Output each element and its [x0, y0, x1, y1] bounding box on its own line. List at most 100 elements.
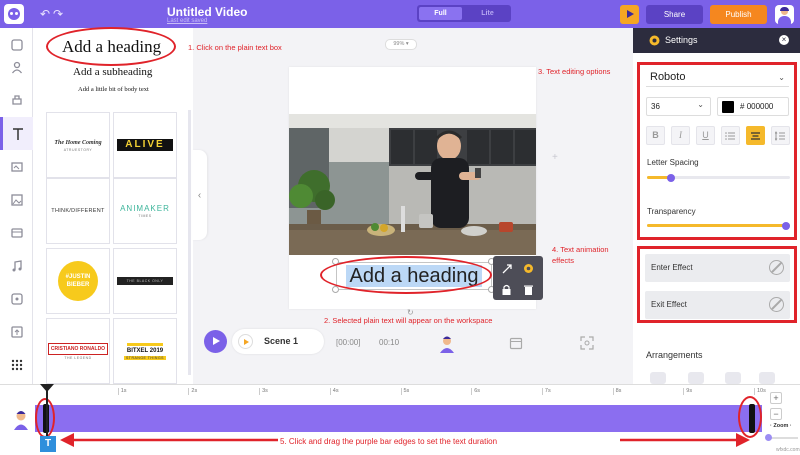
zoom-in-button[interactable]: + [770, 392, 782, 404]
ruler-tick-label: 3s [262, 388, 268, 394]
arrange-front-icon[interactable] [650, 372, 666, 384]
tool-rail [0, 28, 33, 384]
zoom-knob[interactable] [765, 434, 772, 441]
text-template-tile[interactable]: BITXEL 2019 STRANGE THINGS [113, 318, 177, 384]
publish-button[interactable]: Publish [710, 5, 767, 24]
user-avatar[interactable] [775, 5, 794, 24]
mode-lite-button[interactable]: Lite [466, 7, 509, 20]
rail-props-icon[interactable] [0, 83, 33, 116]
text-template-tile[interactable]: ALIVE [113, 112, 177, 178]
ruler-tick-label: 8s [615, 388, 622, 394]
mode-toggle[interactable]: Full Lite [417, 5, 511, 22]
annotation-step3: 3. Text editing options [538, 67, 611, 76]
ruler-tick-line [329, 388, 331, 395]
character-icon[interactable] [437, 334, 457, 354]
rail-more-icon[interactable] [0, 348, 33, 381]
scene-label: Scene 1 [264, 336, 299, 346]
ruler-tick-line [541, 388, 543, 395]
delete-icon[interactable] [523, 284, 534, 296]
add-subheading-text-option[interactable]: Add a subheading [73, 66, 152, 78]
annotation-box-text-options [637, 62, 797, 240]
zoom-out-button[interactable]: − [770, 408, 782, 420]
redo-icon[interactable]: ↷ [53, 7, 63, 21]
annotation-step1: 1. Click on the plain text box [188, 43, 282, 52]
arrange-backward-icon[interactable] [725, 372, 741, 384]
rail-video-icon[interactable] [0, 216, 33, 249]
add-body-text-option[interactable]: Add a little bit of body text [78, 86, 149, 93]
play-scene-button[interactable] [204, 330, 227, 353]
library-scrollbar[interactable] [188, 110, 191, 375]
resize-handle-bottom-left[interactable] [332, 286, 339, 293]
rail-images-icon[interactable] [0, 183, 33, 216]
text-template-tile[interactable]: THINK/DIFFERENT [46, 178, 110, 244]
rail-effects-icon[interactable] [0, 282, 33, 315]
rail-background-icon[interactable] [0, 150, 33, 183]
calendar-icon[interactable] [509, 336, 523, 350]
scene-selector[interactable]: Scene 1 [232, 329, 324, 354]
total-time: 00:10 [379, 338, 400, 347]
text-track-chip[interactable]: T [40, 436, 56, 452]
canvas-zoom-select[interactable]: 99% ▾ [385, 39, 417, 50]
character-track-icon[interactable] [12, 408, 30, 430]
settings-title: Settings [665, 35, 698, 45]
zoom-slider[interactable] [768, 437, 798, 439]
ruler-tick-label: 6s [474, 388, 480, 394]
lock-icon[interactable] [501, 284, 512, 296]
app-logo-icon[interactable] [4, 4, 24, 24]
scene-play-icon[interactable] [238, 334, 253, 349]
ruler-tick-line [259, 388, 261, 395]
rail-text-icon[interactable] [0, 117, 33, 150]
gear-icon[interactable] [522, 262, 535, 275]
preview-play-button[interactable] [620, 5, 639, 24]
ruler-tick-label: 1s [120, 388, 127, 394]
scene-background-image[interactable] [289, 114, 536, 255]
move-icon[interactable] [501, 263, 513, 275]
share-button[interactable]: Share [646, 5, 703, 24]
current-time: [00:00] [336, 338, 361, 347]
fullscreen-icon[interactable] [580, 336, 594, 350]
text-template-tile[interactable]: #JUSTIN BIEBER [46, 248, 110, 314]
annotation-ellipse-workspace [320, 256, 492, 294]
kitchen-photo-icon [289, 114, 536, 255]
chevron-left-icon: ‹ [197, 189, 202, 201]
add-scene-plus-icon[interactable]: + [552, 152, 558, 163]
ruler-tick-line [117, 388, 119, 395]
ruler-tick-label: 5s [403, 388, 410, 394]
rail-characters-icon[interactable] [0, 50, 33, 83]
playhead[interactable] [46, 384, 48, 438]
arrange-back-icon[interactable] [759, 372, 775, 384]
text-template-tile[interactable]: The Home Coming ATRUESTORY [46, 112, 110, 178]
rail-upload-icon[interactable] [0, 315, 33, 348]
annotation-step4: 4. Text animation effects [552, 245, 609, 265]
undo-icon[interactable]: ↶ [40, 7, 50, 21]
ruler-tick-line [683, 388, 685, 395]
zoom-label: · Zoom · [770, 423, 792, 429]
text-template-tile[interactable]: THE BLACK ONLY [113, 248, 177, 314]
annotation-step2: 2. Selected plain text will appear on th… [324, 316, 493, 325]
ruler-tick-label: 10s [757, 388, 766, 394]
ruler-tick-line [188, 388, 190, 395]
project-title[interactable]: Untitled Video [167, 5, 247, 19]
text-duration-bar[interactable] [35, 405, 762, 432]
annotation-box-animation [637, 246, 797, 323]
settings-gear-icon [649, 35, 660, 46]
text-template-tile[interactable]: CRISTIANO RONALDO THE LEGEND [46, 318, 110, 384]
rail-music-icon[interactable] [0, 249, 33, 282]
ruler-tick-label: 2s [191, 388, 198, 394]
collapse-panel-handle[interactable]: ‹ [192, 150, 207, 240]
save-status: Last edit saved [167, 18, 208, 24]
text-template-tile[interactable]: ANIMAKER TIMES [113, 178, 177, 244]
ruler-tick-line [471, 388, 473, 395]
ruler-tick-label: 7s [544, 388, 551, 394]
annotation-step5: 5. Click and drag the purple bar edges t… [280, 437, 498, 446]
annotation-ellipse-bar-start [35, 398, 55, 438]
close-icon[interactable]: × [779, 35, 789, 45]
arrange-forward-icon[interactable] [688, 372, 704, 384]
arrangements-title: Arrangements [646, 350, 703, 360]
ruler-tick-label: 4s [332, 388, 339, 394]
ruler-tick-line [612, 388, 614, 395]
ruler-tick-label: 9s [686, 388, 693, 394]
mode-full-button[interactable]: Full [419, 7, 462, 20]
ruler-tick-line [400, 388, 402, 395]
element-toolbar [493, 256, 543, 300]
